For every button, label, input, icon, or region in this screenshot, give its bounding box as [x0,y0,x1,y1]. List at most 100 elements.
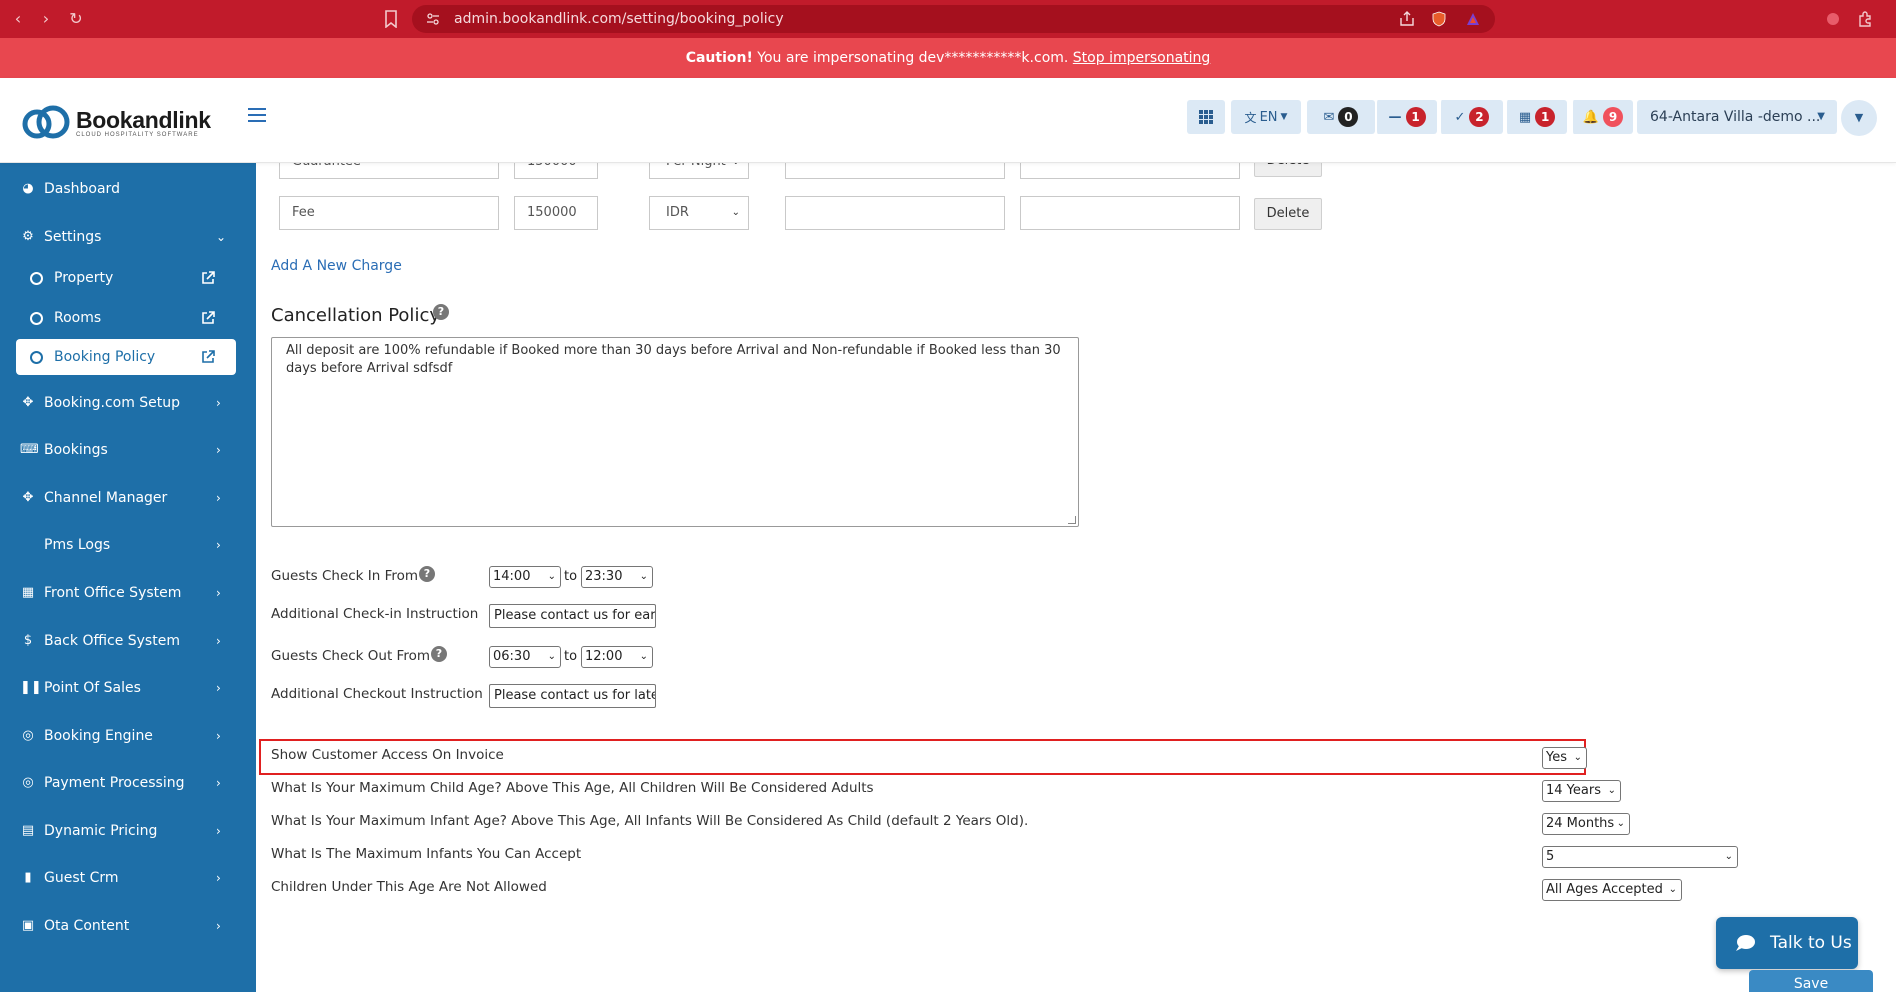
check-in-instruction-input[interactable]: Please contact us for early [489,604,656,628]
to-label: to [564,569,578,584]
sidebar-item-settings[interactable]: ⚙ Settings ⌄ [0,217,256,257]
resize-handle-icon[interactable] [1068,516,1076,524]
target-icon: ◎ [22,775,34,790]
option-value: 14 Years [1546,783,1601,798]
sidebar-subitem-property[interactable]: Property [16,260,236,296]
circle-icon [30,311,43,325]
notifications-badge: 9 [1603,107,1624,127]
sidebar-subitem-booking-policy[interactable]: Booking Policy [16,339,236,375]
to-label: to [564,649,578,664]
sidebar-item-channel-manager[interactable]: ✥ Channel Manager › [0,478,256,518]
sidebar-item-label: Dynamic Pricing [44,823,158,839]
check-out-instruction-input[interactable]: Please contact us for late [489,684,656,708]
stop-impersonating-link[interactable]: Stop impersonating [1073,50,1211,66]
forward-icon[interactable]: › [36,9,56,29]
apps-grid-button[interactable] [1187,100,1225,134]
sidebar-item-point-of-sales[interactable]: ❚❚ Point Of Sales › [0,668,256,708]
help-icon[interactable]: ? [419,566,435,582]
sidebar-item-ota-content[interactable]: ▣ Ota Content › [0,906,256,946]
app-header: Bookandlink CLOUD HOSPITALITY SOFTWARE 文… [0,78,1896,163]
cancellation-policy-title: Cancellation Policy [271,305,440,326]
charge-amount-input[interactable]: 150000 [514,196,598,230]
sidebar-item-bookings[interactable]: ⌨ Bookings › [0,430,256,470]
user-menu-button[interactable]: ▼ [1841,100,1877,136]
check-out-to-select[interactable]: 12:00 ⌄ [581,646,653,668]
add-new-charge-link[interactable]: Add A New Charge [271,258,402,274]
sidebar-item-pms-logs[interactable]: Pms Logs › [0,525,256,565]
sidebar-item-front-office-system[interactable]: ▦ Front Office System › [0,573,256,613]
back-icon[interactable]: ‹ [8,9,28,29]
max-infant-age-select[interactable]: 24 Months ⌄ [1542,813,1630,835]
chevron-down-icon: ▼ [1854,111,1864,124]
menu-toggle-icon[interactable] [248,108,266,124]
cancellation-policy-textarea[interactable]: All deposit are 100% refundable if Booke… [271,337,1079,527]
minus-button[interactable]: — 1 [1375,100,1437,134]
sidebar-item-dashboard[interactable]: ◕ Dashboard [0,169,256,209]
check-in-from-select[interactable]: 14:00 ⌄ [489,566,561,588]
sidebar-item-back-office-system[interactable]: $ Back Office System › [0,621,256,661]
talk-to-us-button[interactable]: Talk to Us [1716,917,1858,969]
rewards-icon[interactable] [1464,10,1482,28]
help-icon[interactable]: ? [433,304,449,320]
save-button[interactable]: Save [1749,970,1873,992]
charge-currency-select[interactable]: IDR ⌄ [649,196,749,230]
reload-icon[interactable]: ↻ [66,9,86,29]
charge-extra-input[interactable] [785,196,1005,230]
sidebar-item-label: Ota Content [44,918,130,934]
sidebar-item-booking-com-setup[interactable]: ✥ Booking.com Setup › [0,383,256,423]
check-button[interactable]: ✓ 2 [1439,100,1503,134]
calendar-icon: ▦ [1518,109,1532,125]
chevron-down-icon: ⌄ [639,651,648,662]
bookmark-icon[interactable] [384,10,398,28]
show-customer-access-select[interactable]: Yes ⌄ [1542,747,1587,769]
envelope-icon: ✉ [1323,109,1335,125]
charge-name-input[interactable]: Fee [279,196,499,230]
notifications-button[interactable]: 🔔 9 [1571,100,1633,134]
address-bar[interactable]: admin.bookandlink.com/setting/booking_po… [412,5,1495,33]
check-in-from-value: 14:00 [493,569,531,584]
property-selector[interactable]: 64-Antara Villa -demo ... ▼ [1637,100,1837,134]
sidebar-subitem-rooms[interactable]: Rooms [16,300,236,336]
children-min-age-select[interactable]: All Ages Accepted ⌄ [1542,879,1682,901]
chevron-down-icon: ▼ [1280,112,1288,122]
calendar-button[interactable]: ▦ 1 [1505,100,1567,134]
sidebar-item-label: Settings [44,229,102,245]
charge-currency-value: IDR [666,205,689,220]
sidebar-item-dynamic-pricing[interactable]: ▤ Dynamic Pricing › [0,811,256,851]
sidebar-item-payment-processing[interactable]: ◎ Payment Processing › [0,763,256,803]
caution-prefix: Caution! [685,50,753,66]
sidebar-item-booking-engine[interactable]: ◎ Booking Engine › [0,716,256,756]
max-child-age-select[interactable]: 14 Years ⌄ [1542,780,1621,802]
caution-message: You are impersonating dev***********k.co… [752,50,1073,66]
sidebar-item-guest-crm[interactable]: ▮ Guest Crm › [0,858,256,898]
brand-logo[interactable]: Bookandlink CLOUD HOSPITALITY SOFTWARE [20,104,211,140]
check-in-to-select[interactable]: 23:30 ⌄ [581,566,653,588]
share-icon[interactable] [1398,10,1416,28]
messages-button[interactable]: ✉ 0 [1307,100,1375,134]
keyboard-icon: ⌨ [20,442,39,457]
help-icon[interactable]: ? [431,646,447,662]
vpn-icon[interactable] [1824,10,1842,28]
talk-to-us-label: Talk to Us [1770,933,1852,953]
chevron-right-icon: › [216,871,221,885]
url-text: admin.bookandlink.com/setting/booking_po… [454,11,784,27]
shield-icon[interactable] [1430,10,1448,28]
external-link-icon[interactable] [200,310,216,326]
language-label: EN [1259,109,1278,125]
site-settings-icon[interactable] [426,12,440,26]
sidebar-item-label: Guest Crm [44,870,119,886]
check-out-to-value: 12:00 [585,649,623,664]
external-link-icon[interactable] [200,349,216,365]
minus-icon: — [1388,109,1402,125]
check-out-label: Guests Check Out From [271,648,431,664]
extensions-icon[interactable] [1856,10,1874,28]
sidebar-subitem-label: Rooms [54,310,102,326]
charge-extra-input[interactable] [1020,196,1240,230]
check-out-from-select[interactable]: 06:30 ⌄ [489,646,561,668]
max-infants-select[interactable]: 5 ⌄ [1542,846,1738,868]
delete-charge-button[interactable]: Delete [1254,198,1322,230]
language-button[interactable]: 文 EN ▼ [1231,100,1301,134]
external-link-icon[interactable] [200,270,216,286]
chevron-down-icon: ▼ [1817,111,1825,122]
chevron-right-icon: › [216,824,221,838]
